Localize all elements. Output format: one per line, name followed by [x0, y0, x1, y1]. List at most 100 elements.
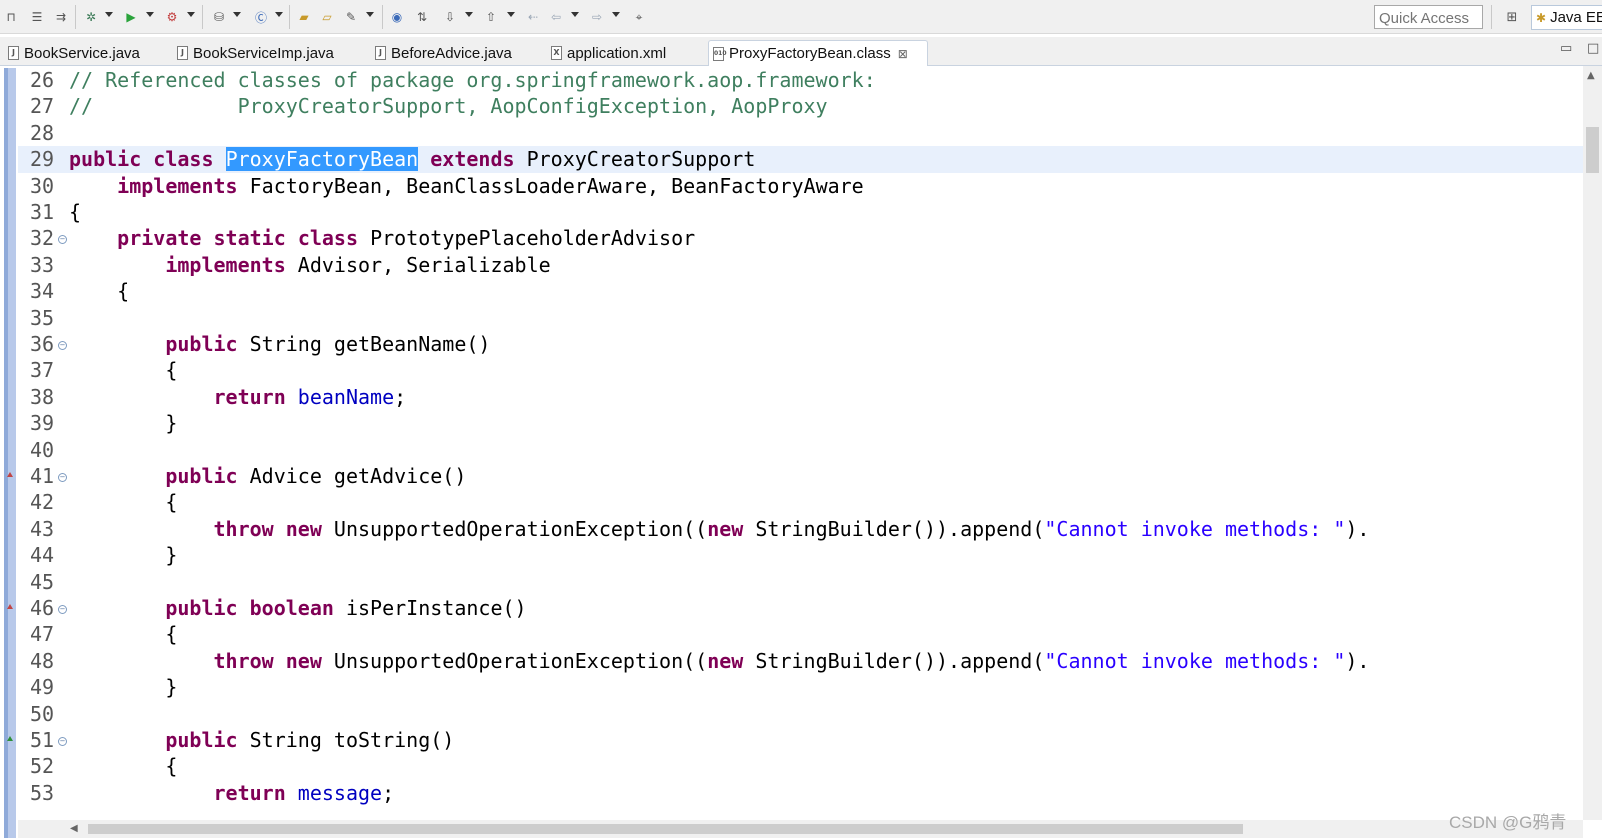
minimize-icon[interactable]: ▭	[1560, 41, 1572, 56]
open-task-icon[interactable]: ▱	[318, 8, 336, 26]
code-line[interactable]: 34 {	[18, 278, 1583, 305]
code-line[interactable]: 28	[18, 120, 1583, 147]
horizontal-scrollbar[interactable]: ◀	[18, 820, 1583, 838]
horizontal-scroll-thumb[interactable]	[88, 824, 1243, 834]
debug-icon[interactable]: ✲	[82, 8, 100, 26]
toggle-mark-occurrences-icon[interactable]: ☰	[28, 8, 46, 26]
fold-toggle-icon[interactable]: −	[58, 605, 67, 614]
code-line[interactable]: 47 {	[18, 621, 1583, 648]
code-line[interactable]: 51− public String toString()	[18, 727, 1583, 754]
code-line[interactable]: 53 return message;	[18, 780, 1583, 807]
java-ee-perspective-button[interactable]: ✱ Java EE	[1531, 5, 1602, 30]
code-token: FactoryBean, BeanClassLoaderAware, BeanF…	[237, 173, 864, 198]
code-line[interactable]: 42 {	[18, 489, 1583, 516]
tab-bookserviceimp[interactable]: J BookServiceImp.java	[173, 40, 334, 66]
quick-access-input[interactable]	[1374, 5, 1483, 29]
override-marker-icon[interactable]	[7, 472, 13, 477]
code-token: // ProxyCreatorSupport, AopConfigExcepti…	[69, 94, 828, 119]
save-icon[interactable]: ⊓	[2, 8, 20, 26]
next-annotation-icon[interactable]: ⇩	[441, 8, 459, 26]
code-line[interactable]: 32− private static class PrototypePlaceh…	[18, 225, 1583, 252]
vertical-scrollbar[interactable]: ▲	[1583, 66, 1602, 820]
tab-application-xml[interactable]: X application.xml	[547, 40, 666, 66]
tab-beforeadvice[interactable]: J BeforeAdvice.java	[371, 40, 512, 66]
pin-editor-icon[interactable]: ⌖	[630, 8, 648, 26]
refresh-icon[interactable]: ⇅	[413, 8, 431, 26]
external-tools-dropdown-icon[interactable]	[187, 12, 195, 17]
code-token: return	[213, 384, 286, 409]
forward-icon[interactable]: ⇨	[588, 8, 606, 26]
code-line[interactable]: 38 return beanName;	[18, 384, 1583, 411]
code-line[interactable]: 52 {	[18, 753, 1583, 780]
previous-annotation-dropdown-icon[interactable]	[507, 12, 515, 17]
previous-annotation-icon[interactable]: ⇧	[482, 8, 500, 26]
override-marker-icon[interactable]	[7, 604, 13, 609]
toggle-block-selection-icon[interactable]: ⇉	[52, 8, 70, 26]
code-line[interactable]: 49 }	[18, 674, 1583, 701]
tab-proxyfactorybean-class[interactable]: 010 ProxyFactoryBean.class ⊠	[708, 40, 928, 66]
code-line[interactable]: 41− public Advice getAdvice()	[18, 463, 1583, 490]
code-line[interactable]: 44 }	[18, 542, 1583, 569]
implement-marker-icon[interactable]	[7, 736, 13, 741]
new-server-dropdown-icon[interactable]	[233, 12, 241, 17]
last-edit-location-icon[interactable]: ⇠	[524, 8, 542, 26]
fold-toggle-icon[interactable]: −	[58, 473, 67, 482]
line-number: 39	[30, 411, 55, 436]
code-line[interactable]: 45	[18, 569, 1583, 596]
maximize-icon[interactable]: □	[1587, 41, 1599, 56]
code-token: public	[165, 596, 238, 620]
code-line[interactable]: 46− public boolean isPerInstance()	[18, 595, 1583, 622]
code-token: new	[285, 516, 322, 541]
code-line[interactable]: 30 implements FactoryBean, BeanClassLoad…	[18, 173, 1583, 200]
close-icon[interactable]: ⊠	[898, 47, 908, 61]
code-line[interactable]: 43 throw new UnsupportedOperationExcepti…	[18, 516, 1583, 543]
run-dropdown-icon[interactable]	[146, 12, 154, 17]
code-line[interactable]: 29 public class ProxyFactoryBean extends …	[18, 146, 1583, 173]
run-icon[interactable]: ▶	[122, 8, 140, 26]
line-number: 48	[30, 648, 55, 673]
fold-toggle-icon[interactable]: −	[58, 737, 67, 746]
code-token: ProxyCreatorSupport	[514, 147, 756, 172]
debug-dropdown-icon[interactable]	[105, 12, 113, 17]
external-tools-icon[interactable]: ⚙	[163, 8, 181, 26]
fold-toggle-icon[interactable]: −	[58, 341, 67, 350]
next-annotation-dropdown-icon[interactable]	[465, 12, 473, 17]
scroll-left-icon[interactable]: ◀	[70, 823, 78, 834]
tab-bookservice[interactable]: J BookService.java	[4, 40, 140, 66]
code-line[interactable]: 33 implements Advisor, Serializable	[18, 252, 1583, 279]
code-line[interactable]: 39 }	[18, 410, 1583, 437]
code-line[interactable]: 37 {	[18, 357, 1583, 384]
code-lines[interactable]: 26 // Referenced classes of package org.s…	[18, 66, 1583, 838]
vertical-scroll-thumb[interactable]	[1586, 127, 1599, 173]
code-line[interactable]: 48 throw new UnsupportedOperationExcepti…	[18, 648, 1583, 675]
new-server-icon[interactable]: ⛁	[210, 8, 228, 26]
code-line[interactable]: 40	[18, 437, 1583, 464]
code-text: }	[69, 674, 177, 701]
open-type-icon[interactable]: ▰	[295, 8, 313, 26]
back-icon[interactable]: ⇦	[547, 8, 565, 26]
code-line[interactable]: 35	[18, 305, 1583, 332]
code-line[interactable]: 36− public String getBeanName()	[18, 331, 1583, 358]
code-token: public	[165, 464, 238, 488]
code-line[interactable]: 50	[18, 701, 1583, 728]
new-class-dropdown-icon[interactable]	[275, 12, 283, 17]
back-dropdown-icon[interactable]	[571, 12, 579, 17]
code-line[interactable]: 27 // ProxyCreatorSupport, AopConfigExcep…	[18, 93, 1583, 120]
code-line[interactable]: 26 // Referenced classes of package org.s…	[18, 67, 1583, 94]
scroll-up-icon[interactable]: ▲	[1587, 70, 1595, 81]
new-class-icon[interactable]: Ⓒ	[252, 8, 270, 26]
search-icon[interactable]: ✎	[342, 8, 360, 26]
code-line[interactable]: 31 {	[18, 199, 1583, 226]
forward-dropdown-icon[interactable]	[612, 12, 620, 17]
open-perspective-icon[interactable]: ⊞	[1503, 8, 1521, 26]
code-editor[interactable]: 26 // Referenced classes of package org.s…	[0, 66, 1602, 838]
search-dropdown-icon[interactable]	[366, 12, 374, 17]
code-token: new	[707, 516, 744, 541]
web-browser-icon[interactable]: ◉	[388, 8, 406, 26]
